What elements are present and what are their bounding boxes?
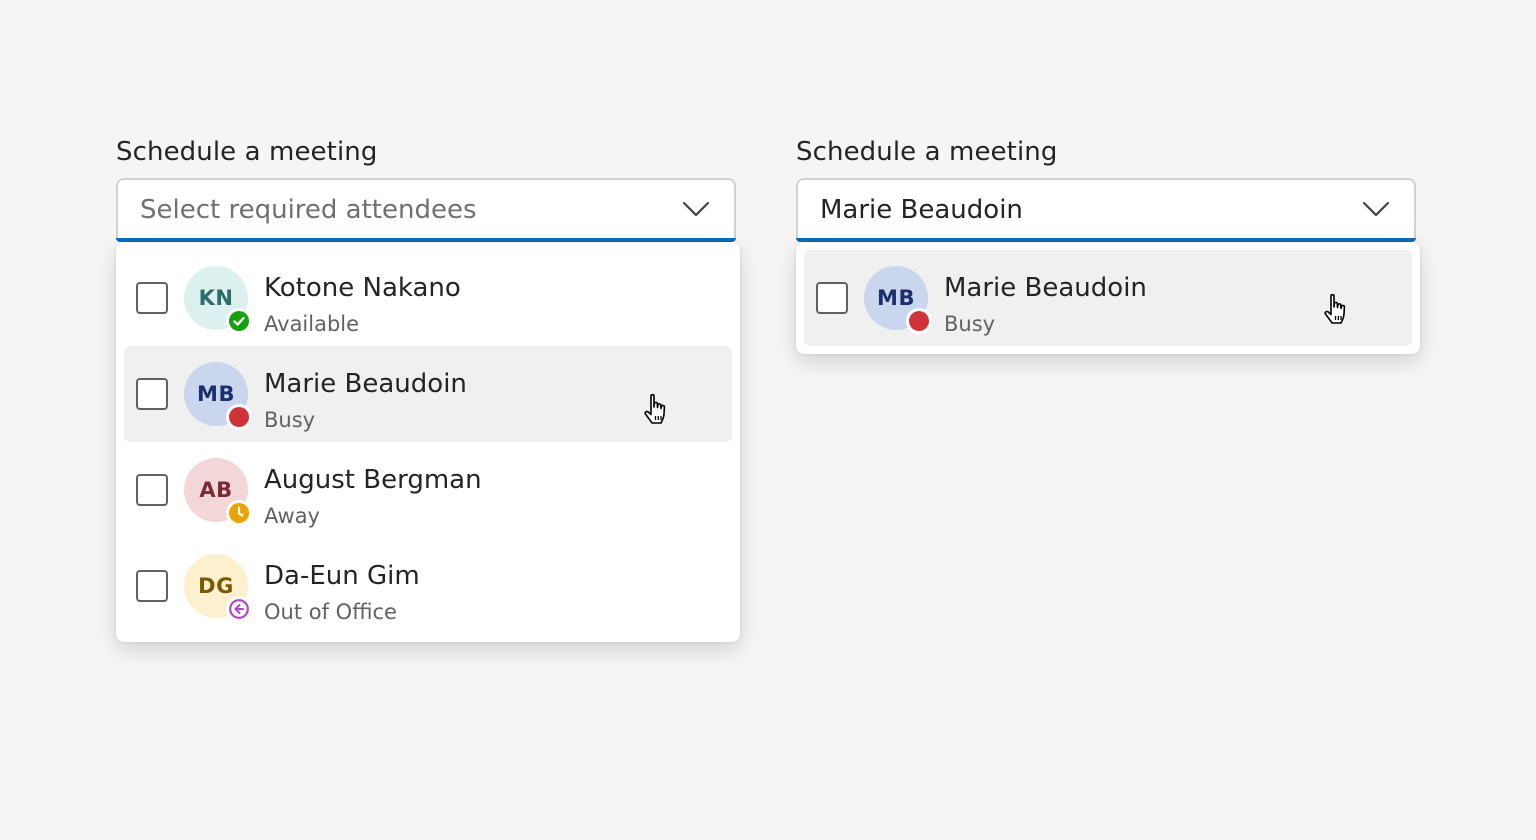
attendee-status: Out of Office [264,600,397,624]
attendee-option[interactable]: KN Kotone Nakano Available [124,250,732,346]
attendee-status: Available [264,312,360,336]
chevron-down-icon[interactable] [1362,200,1390,218]
attendee-name: Marie Beaudoin [264,369,467,399]
attendee-checkbox[interactable] [136,474,168,506]
attendee-checkbox[interactable] [136,378,168,410]
attendee-name: Da-Eun Gim [264,561,420,591]
combobox-placeholder: Select required attendees [140,195,477,225]
attendee-name: Marie Beaudoin [944,273,1147,303]
attendee-status: Away [264,504,320,528]
attendee-status: Busy [944,312,996,336]
presence-available-icon [226,308,252,334]
field-label: Schedule a meeting [116,137,378,167]
hand-pointer-cursor-icon [1324,293,1346,324]
attendee-option[interactable]: AB August Bergman Away [124,442,732,538]
hand-pointer-cursor-icon [644,393,666,424]
combobox-value: Marie Beaudoin [820,195,1023,225]
presence-busy-icon [226,404,252,430]
attendee-name: August Bergman [264,465,482,495]
attendees-combobox[interactable]: Select required attendees [116,178,736,242]
presence-out-of-office-icon [226,596,252,622]
attendee-checkbox[interactable] [136,282,168,314]
attendees-combobox[interactable]: Marie Beaudoin [796,178,1416,242]
attendee-status: Busy [264,408,316,432]
presence-away-icon [226,500,252,526]
attendee-checkbox[interactable] [136,570,168,602]
attendee-name: Kotone Nakano [264,273,461,303]
field-label: Schedule a meeting [796,137,1058,167]
chevron-down-icon[interactable] [682,200,710,218]
attendee-checkbox[interactable] [816,282,848,314]
presence-busy-icon [906,308,932,334]
attendee-option[interactable]: DG Da-Eun Gim Out of Office [124,538,732,634]
attendees-listbox: KN Kotone Nakano Available MB Marie Beaudoin… [116,242,740,642]
